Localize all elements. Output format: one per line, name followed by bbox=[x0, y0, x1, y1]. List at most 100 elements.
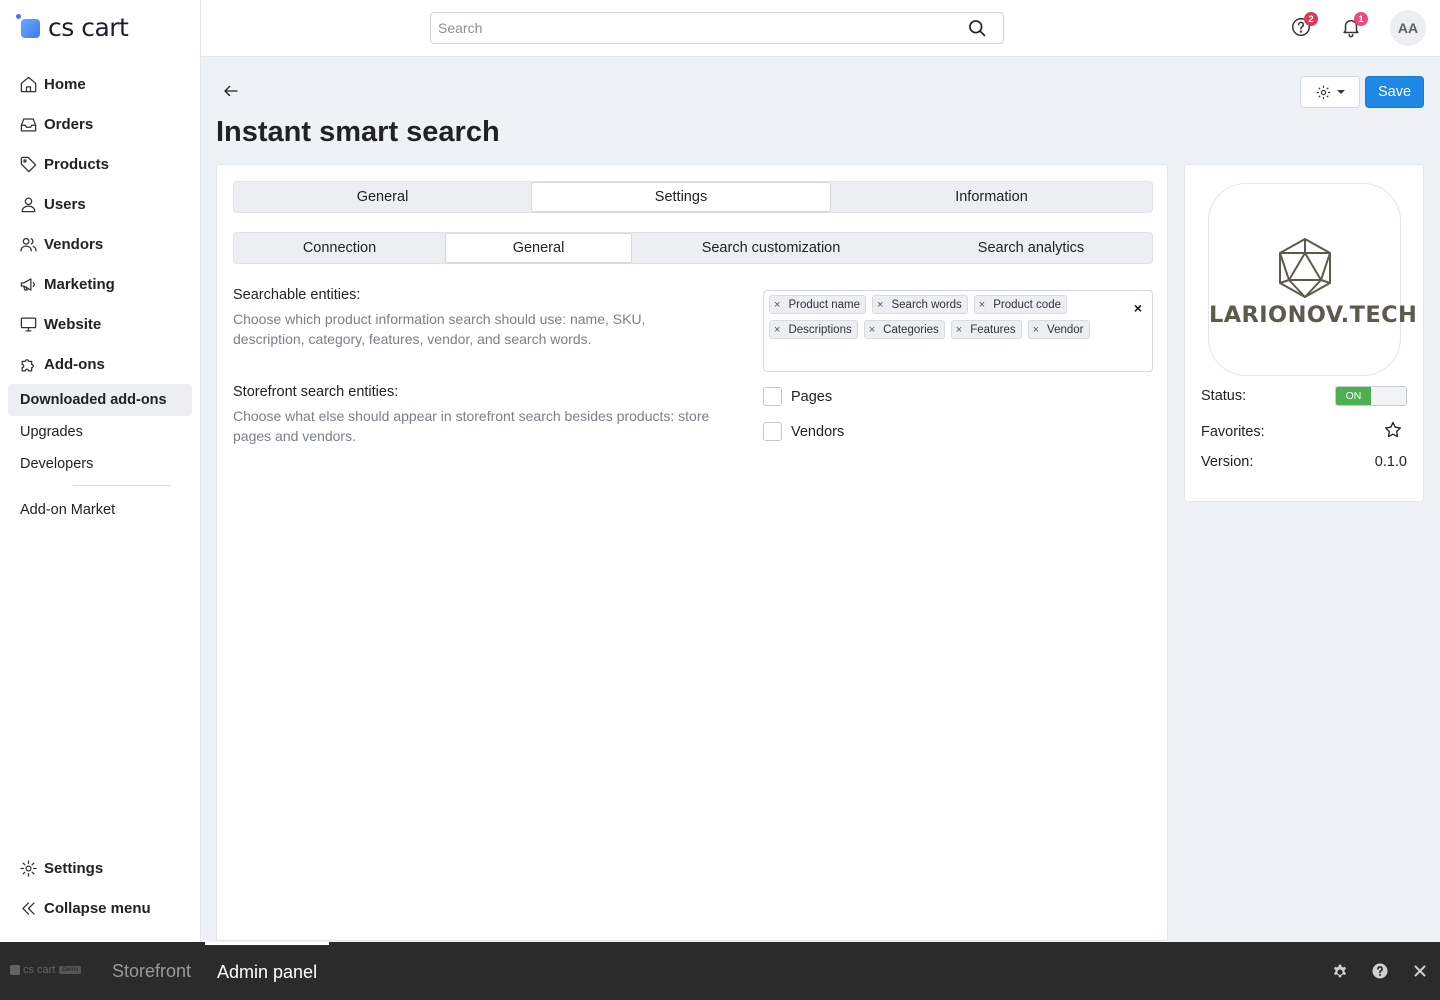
tag-remove-icon[interactable]: × bbox=[979, 299, 985, 311]
tag-label: Vendor bbox=[1047, 323, 1084, 336]
tag-label: Product code bbox=[993, 298, 1061, 311]
sidebar-item-label: Orders bbox=[44, 115, 94, 133]
tag-label: Features bbox=[970, 323, 1016, 336]
sidebar-subitem-addon-market[interactable]: Add-on Market bbox=[8, 494, 192, 526]
addon-logo: LARIONOV.TECH bbox=[1208, 183, 1418, 376]
bottom-settings-button[interactable] bbox=[1331, 962, 1349, 980]
tag-label: Product name bbox=[788, 298, 861, 311]
pages-checkbox-row[interactable]: Pages bbox=[763, 387, 832, 406]
subtab-general[interactable]: General bbox=[445, 233, 632, 263]
sidebar-bottom: Settings Collapse menu bbox=[8, 848, 192, 928]
sidebar-subitem-upgrades[interactable]: Upgrades bbox=[8, 416, 192, 448]
sidebar-item-collapse-menu[interactable]: Collapse menu bbox=[8, 888, 192, 928]
subtab-connection[interactable]: Connection bbox=[234, 233, 445, 263]
tab-storefront[interactable]: Storefront bbox=[112, 942, 191, 1000]
tab-general[interactable]: General bbox=[234, 182, 531, 212]
tab-admin-panel[interactable]: Admin panel bbox=[205, 942, 330, 1000]
help-circle-icon bbox=[1372, 963, 1388, 979]
addon-brand-name: LARIONOV.TECH bbox=[1209, 302, 1418, 328]
tag-remove-icon[interactable]: × bbox=[956, 324, 962, 336]
sidebar-item-settings[interactable]: Settings bbox=[8, 848, 192, 888]
notifications-button[interactable]: 1 bbox=[1340, 12, 1368, 40]
logo-text: cs cart bbox=[48, 12, 129, 42]
bottom-bar: cs cart Demo Storefront Admin panel bbox=[0, 942, 1440, 1000]
puzzle-icon bbox=[18, 354, 38, 374]
save-button[interactable]: Save bbox=[1365, 76, 1424, 108]
close-icon bbox=[1414, 965, 1426, 977]
sidebar-item-addons[interactable]: Add-ons bbox=[8, 344, 192, 384]
back-button[interactable] bbox=[222, 82, 242, 102]
searchable-entities-label: Searchable entities: bbox=[233, 287, 361, 303]
subtab-search-analytics[interactable]: Search analytics bbox=[910, 233, 1152, 263]
sidebar-item-label: Products bbox=[44, 155, 110, 173]
storefront-entities-description: Choose what else should appear in storef… bbox=[233, 408, 710, 444]
sidebar-item-users[interactable]: Users bbox=[8, 184, 192, 224]
favorites-label: Favorites: bbox=[1201, 424, 1265, 440]
status-label: Status: bbox=[1201, 388, 1247, 404]
gear-icon bbox=[1316, 85, 1331, 99]
pages-checkbox-label: Pages bbox=[791, 388, 833, 405]
tag-features: × Features bbox=[950, 320, 1022, 339]
favorites-row: Favorites: bbox=[1201, 420, 1407, 444]
tag-row: × Product name × Search words × Product cod… bbox=[769, 295, 1147, 314]
storefront-entities-label: Storefront search entities: bbox=[233, 384, 399, 400]
sidebar-item-label: Home bbox=[44, 75, 86, 93]
tag-remove-icon[interactable]: × bbox=[1033, 324, 1039, 336]
tag-remove-icon[interactable]: × bbox=[869, 324, 875, 336]
sidebar-item-label: Marketing bbox=[44, 275, 115, 293]
subtab-search-customization[interactable]: Search customization bbox=[632, 233, 910, 263]
help-button[interactable]: 2 bbox=[1290, 12, 1318, 40]
icosahedron-logo-icon bbox=[1279, 238, 1331, 298]
clear-all-icon[interactable]: × bbox=[1134, 300, 1142, 316]
pages-checkbox[interactable] bbox=[763, 387, 782, 406]
cs-cart-logo[interactable]: cs cart bbox=[16, 12, 129, 42]
page-title: Instant smart search bbox=[216, 116, 500, 148]
sidebar-item-label: Vendors bbox=[44, 235, 104, 253]
demo-badge: Demo bbox=[59, 966, 82, 974]
tag-remove-icon[interactable]: × bbox=[774, 324, 780, 336]
global-search bbox=[430, 12, 1004, 44]
sidebar-item-home[interactable]: Home bbox=[8, 64, 192, 104]
search-input[interactable] bbox=[431, 20, 967, 36]
vendors-checkbox-label: Vendors bbox=[791, 423, 845, 440]
monitor-icon bbox=[18, 314, 38, 334]
sidebar-subitem-developers[interactable]: Developers bbox=[8, 448, 192, 480]
sidebar-item-products[interactable]: Products bbox=[8, 144, 192, 184]
sidebar-item-orders[interactable]: Orders bbox=[8, 104, 192, 144]
help-badge: 2 bbox=[1304, 12, 1318, 26]
gear-icon bbox=[1334, 964, 1346, 978]
tab-information[interactable]: Information bbox=[831, 182, 1152, 212]
tag-product-code: × Product code bbox=[973, 295, 1067, 314]
star-icon[interactable] bbox=[1383, 420, 1403, 444]
avatar[interactable]: AA bbox=[1390, 10, 1426, 46]
bottom-help-button[interactable] bbox=[1371, 962, 1389, 980]
sidebar-subitem-downloaded-addons[interactable]: Downloaded add-ons bbox=[8, 384, 192, 416]
search-icon[interactable] bbox=[967, 18, 987, 38]
addon-settings-dropdown[interactable] bbox=[1300, 76, 1360, 108]
primary-tabs: General Settings Information bbox=[233, 181, 1153, 213]
bottom-close-button[interactable] bbox=[1411, 962, 1429, 980]
vendors-checkbox[interactable] bbox=[763, 422, 782, 441]
sidebar-item-label: Add-ons bbox=[44, 355, 105, 373]
bottom-logo-text: cs cart bbox=[23, 964, 56, 976]
status-toggle[interactable]: ON bbox=[1335, 386, 1407, 406]
searchable-entities-multiselect[interactable]: × Product name × Search words × Product cod… bbox=[763, 290, 1153, 372]
sidebar-item-vendors[interactable]: Vendors bbox=[8, 224, 192, 264]
tag-remove-icon[interactable]: × bbox=[774, 299, 780, 311]
vendors-checkbox-row[interactable]: Vendors bbox=[763, 422, 844, 441]
tag-remove-icon[interactable]: × bbox=[877, 299, 883, 311]
subnav-divider bbox=[73, 485, 171, 486]
sidebar-item-label: Settings bbox=[44, 859, 104, 877]
status-row: Status: ON bbox=[1201, 386, 1407, 406]
tag-label: Categories bbox=[883, 323, 939, 336]
tag-search-words: × Search words bbox=[872, 295, 968, 314]
logo-mark-icon bbox=[16, 14, 40, 38]
searchable-entities-description: Choose which product information search … bbox=[233, 311, 646, 347]
main-nav: Home Orders Products Users Vendors Marke… bbox=[8, 64, 192, 526]
tab-settings[interactable]: Settings bbox=[531, 182, 831, 212]
sidebar-item-website[interactable]: Website bbox=[8, 304, 192, 344]
secondary-tabs: Connection General Search customization … bbox=[233, 232, 1153, 264]
sidebar-item-marketing[interactable]: Marketing bbox=[8, 264, 192, 304]
tag-vendor: × Vendor bbox=[1027, 320, 1090, 339]
megaphone-icon bbox=[18, 274, 38, 294]
